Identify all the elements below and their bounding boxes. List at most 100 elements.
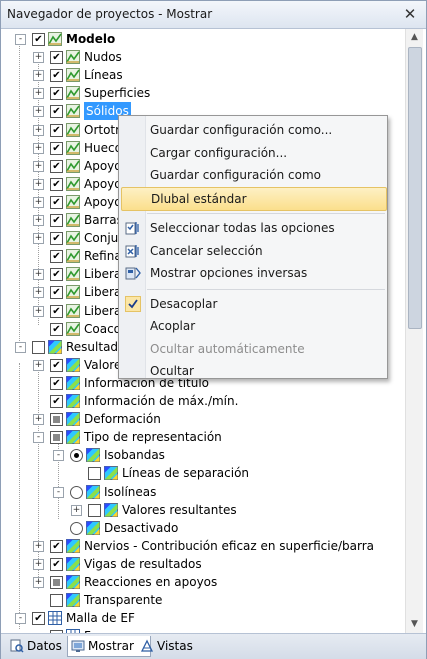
expand-icon[interactable]: + — [33, 414, 44, 426]
expand-icon[interactable]: + — [33, 88, 44, 100]
scroll-up-icon[interactable]: ▲ — [406, 29, 423, 46]
checkbox[interactable] — [50, 413, 63, 427]
expand-icon[interactable]: + — [33, 52, 44, 64]
tree-item[interactable]: - Isolíneas — [1, 483, 405, 501]
expand-icon[interactable]: + — [33, 142, 44, 154]
checkbox[interactable] — [88, 467, 101, 481]
expand-icon[interactable]: + — [33, 215, 44, 226]
checkbox[interactable]: ✔ — [50, 539, 63, 553]
tree-item[interactable]: + ✔ Superficies — [1, 84, 405, 102]
menu-item[interactable]: Acoplar — [121, 315, 385, 337]
close-icon[interactable]: ✕ — [400, 4, 420, 24]
checkbox[interactable]: ✔ — [50, 304, 63, 318]
expand-icon[interactable]: + — [33, 558, 44, 570]
menu-item[interactable]: Ocultar — [121, 360, 385, 382]
expand-icon[interactable]: + — [33, 269, 44, 281]
collapse-icon[interactable]: - — [53, 486, 64, 498]
expand-icon[interactable]: + — [33, 160, 44, 172]
checkbox[interactable]: ✔ — [32, 33, 45, 46]
menu-item[interactable]: Seleccionar todas las opciones — [121, 217, 385, 239]
checkbox[interactable]: ✔ — [50, 105, 63, 119]
radio-button[interactable] — [70, 521, 83, 535]
title-bar[interactable]: Navegador de proyectos - Mostrar ✕ — [1, 1, 426, 29]
menu-item[interactable]: Guardar configuración como predeterminad… — [121, 164, 385, 204]
tree-item[interactable]: + Deformación — [1, 410, 405, 428]
checkbox[interactable]: ✔ — [50, 69, 63, 83]
tree-item[interactable]: + Reacciones en apoyos — [1, 573, 405, 591]
expand-icon[interactable]: + — [33, 196, 44, 208]
expand-icon[interactable]: + — [33, 178, 44, 190]
expand-icon[interactable]: + — [33, 106, 44, 118]
window-title: Navegador de proyectos - Mostrar — [7, 7, 213, 21]
tree-item[interactable]: + Valores resultantes — [1, 501, 405, 519]
checkbox[interactable]: ✔ — [50, 557, 63, 571]
checkbox[interactable]: ✔ — [50, 177, 63, 191]
checkbox[interactable] — [50, 431, 63, 445]
checkbox[interactable]: ✔ — [50, 159, 63, 173]
expand-icon[interactable]: + — [33, 70, 44, 82]
checkbox[interactable]: ✔ — [50, 51, 63, 65]
tree-item[interactable]: Transparente — [1, 591, 405, 609]
scroll-down-icon[interactable]: ▼ — [406, 616, 423, 633]
radio-button[interactable] — [70, 449, 83, 463]
checkbox[interactable]: ✔ — [50, 214, 63, 227]
checkbox[interactable]: ✔ — [32, 612, 45, 626]
menu-item[interactable]: Ocultar automáticamente — [121, 338, 385, 360]
expand-icon[interactable]: + — [33, 305, 44, 317]
menu-item-label: Dlubal estándar — [151, 191, 247, 206]
checkbox[interactable]: ✔ — [50, 87, 63, 101]
checkbox[interactable]: ✔ — [50, 395, 63, 408]
tree-item[interactable]: - Tipo de representación — [1, 428, 405, 446]
expand-icon[interactable]: + — [33, 233, 44, 245]
tree-item[interactable]: ✔ Información de máx./mín. — [1, 392, 405, 410]
model-icon — [66, 229, 80, 247]
checkbox[interactable] — [50, 594, 63, 608]
collapse-icon[interactable]: - — [15, 613, 26, 625]
checkbox[interactable]: ✔ — [50, 195, 63, 209]
expand-icon[interactable]: + — [33, 124, 44, 136]
menu-item[interactable]: Cargar configuración... — [121, 142, 385, 164]
tree-item[interactable]: Líneas de separación — [1, 464, 405, 482]
checkbox[interactable]: ✔ — [50, 286, 63, 300]
collapse-icon[interactable]: - — [53, 450, 64, 462]
tab-vistas[interactable]: Vistas — [137, 636, 213, 656]
checkbox[interactable]: ✔ — [50, 250, 63, 264]
expand-icon[interactable]: + — [33, 577, 44, 588]
tree-item[interactable]: + ✔ Nudos — [1, 48, 405, 66]
checkbox[interactable]: ✔ — [50, 141, 63, 155]
tree-item[interactable]: - ✔ Modelo — [1, 30, 405, 48]
menu-item[interactable]: Mostrar opciones inversas — [121, 262, 385, 284]
tree-item-label: Modelo — [66, 32, 116, 46]
tree-item[interactable]: - ✔ Malla de EF — [1, 609, 405, 627]
collapse-icon[interactable]: - — [15, 341, 26, 353]
tree-item[interactable]: Desactivado — [1, 519, 405, 537]
tree-item[interactable]: + ✔ Líneas — [1, 66, 405, 84]
checkbox[interactable]: ✔ — [50, 268, 63, 282]
collapse-icon[interactable]: - — [15, 34, 26, 45]
tab-mostrar-label: Mostrar — [88, 639, 134, 653]
checkbox[interactable] — [50, 576, 63, 589]
checkbox[interactable]: ✔ — [50, 232, 63, 246]
checkbox[interactable]: ✔ — [50, 358, 63, 372]
tree-item[interactable]: + ✔ Nervios - Contribución eficaz en super… — [1, 537, 405, 555]
model-icon — [66, 283, 80, 301]
collapse-icon[interactable]: - — [33, 432, 44, 444]
radio-button[interactable] — [70, 485, 83, 499]
checkbox[interactable] — [32, 340, 45, 354]
tree-item[interactable]: + ✔ Vigas de resultados — [1, 555, 405, 573]
menu-item[interactable]: Cancelar selección — [121, 240, 385, 262]
scroll-thumb[interactable] — [408, 47, 422, 329]
expand-icon[interactable]: + — [71, 504, 82, 516]
menu-item[interactable]: Desacoplar — [121, 293, 385, 315]
menu-item[interactable]: Dlubal estándar — [121, 186, 387, 211]
checkbox[interactable] — [88, 503, 101, 517]
checkbox[interactable]: ✔ — [50, 123, 63, 137]
expand-icon[interactable]: + — [33, 287, 44, 299]
checkbox[interactable]: ✔ — [50, 322, 63, 336]
expand-icon[interactable]: + — [33, 540, 44, 552]
checkbox[interactable]: ✔ — [50, 376, 63, 390]
expand-icon[interactable]: + — [33, 359, 44, 371]
vertical-scrollbar[interactable]: ▲ ▼ — [405, 29, 423, 633]
tree-item[interactable]: - Isobandas — [1, 446, 405, 464]
menu-item[interactable]: Guardar configuración como... — [121, 119, 385, 141]
